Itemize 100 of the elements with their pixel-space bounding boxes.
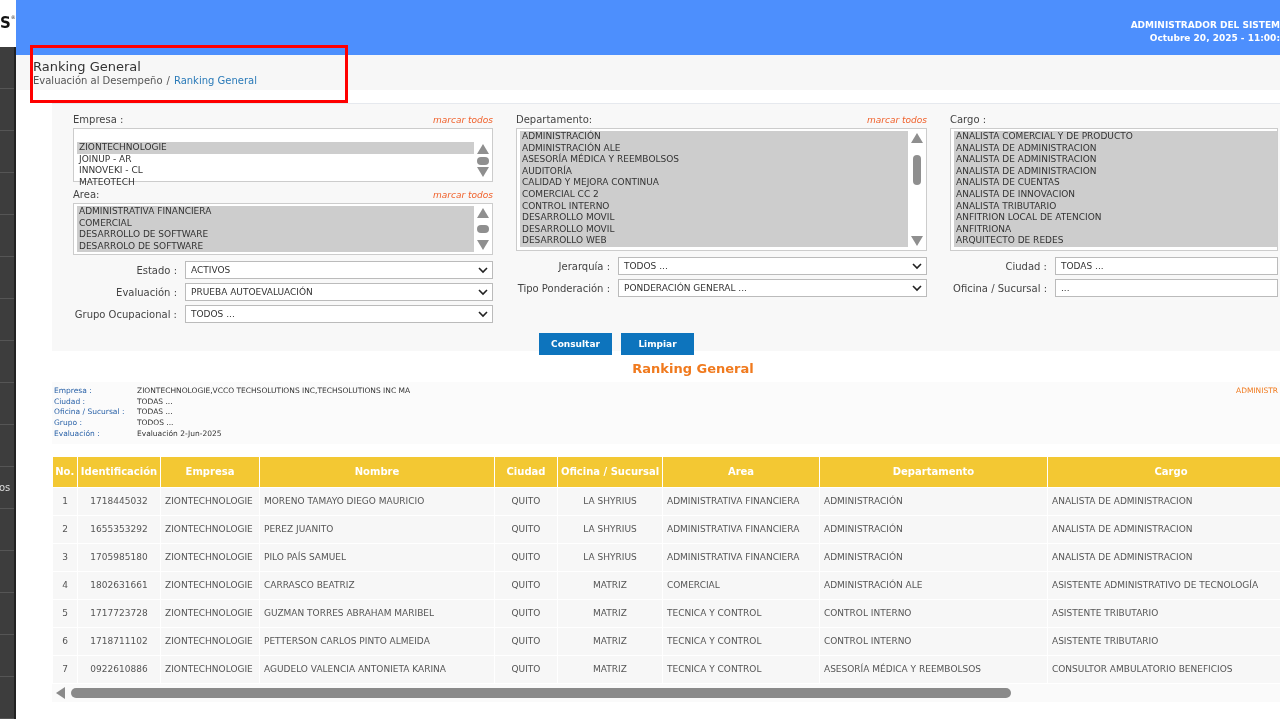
table-cell: ZIONTECHNOLOGIE (160, 627, 260, 655)
table-cell: 4 (52, 571, 78, 599)
table-cell: MATRIZ (557, 599, 663, 627)
list-option[interactable]: ANALISTA COMERCIAL Y DE PRODUCTO (954, 131, 1277, 143)
chevron-down-icon (478, 288, 488, 296)
table-cell: 1718445032 (77, 487, 161, 515)
field-label: Cargo : (950, 114, 987, 125)
page-title: Ranking General (33, 58, 142, 74)
list-option[interactable]: ADMINISTRATIVA FINANCIERA (77, 206, 474, 218)
table-cell: TECNICA Y CONTROL (662, 627, 820, 655)
scroll-up-icon[interactable] (477, 144, 489, 154)
table-cell: QUITO (494, 543, 558, 571)
table-cell: ANALISTA DE ADMINISTRACION (1047, 543, 1280, 571)
table-cell: TECNICA Y CONTROL (662, 655, 820, 683)
table-cell: ADMINISTRATIVA FINANCIERA (662, 515, 820, 543)
field-label: Estado : (135, 264, 178, 276)
table-cell: TECNICA Y CONTROL (662, 599, 820, 627)
scroll-up-icon[interactable] (911, 133, 923, 143)
table-cell: 1718711102 (77, 627, 161, 655)
select-field[interactable]: PRUEBA AUTOEVALUACIÓN (185, 283, 493, 301)
user-name: ADMINISTRADOR DEL SISTEM (1130, 18, 1280, 32)
scroll-thumb[interactable] (913, 154, 921, 185)
list-option[interactable]: ANALISTA DE ADMINISTRACION (954, 154, 1277, 166)
table-cell: QUITO (494, 627, 558, 655)
list-box[interactable] (950, 128, 1278, 251)
table-cell: ASISTENTE ADMINISTRATIVO DE TECNOLOGÍA (1047, 571, 1280, 599)
scroll-down-icon[interactable] (477, 167, 489, 177)
table-cell: LA SHYRIUS (557, 515, 663, 543)
list-box[interactable]: ADMINISTRACIÓN ADMINISTRACIÓN ALE ASESORÍA MÉDICA Y REEMBOLSOS AUDITORÍA CALIDAD Y MEJORA CONTINUA COMERCIAL CC 2 CONTROL INTERNO DESARROLLO MOVIL DESARROLLO MOVIL DESARROLLO WEB (516, 128, 927, 251)
table-cell: ASISTENTE TRIBUTARIO (1047, 627, 1280, 655)
date-time: Octubre 20, 2025 - 11:00: (1149, 31, 1280, 45)
sidebar-item[interactable]: os (0, 482, 11, 493)
table-cell: ZIONTECHNOLOGIE (160, 655, 260, 683)
select-field[interactable]: TODOS ... (185, 305, 493, 323)
table-cell: CONTROL INTERNO (819, 599, 1048, 627)
list-option[interactable]: JOINUP - AR (77, 153, 474, 166)
column-header: Oficina / Sucursal (557, 456, 663, 487)
chevron-down-icon (912, 284, 922, 292)
table-cell: 3 (52, 543, 78, 571)
scroll-down-icon[interactable] (911, 236, 923, 246)
list-option[interactable]: DESARROLLO DE SOFTWARE (77, 229, 474, 241)
table-cell: LA SHYRIUS (557, 543, 663, 571)
select-field[interactable]: ACTIVOS (185, 261, 493, 279)
table-cell: GUZMAN TORRES ABRAHAM MARIBEL (259, 599, 495, 627)
table-cell: ADMINISTRACIÓN ALE (819, 571, 1048, 599)
table-cell: ADMINISTRATIVA FINANCIERA (662, 543, 820, 571)
table-cell: ZIONTECHNOLOGIE (160, 543, 260, 571)
breadcrumb-link[interactable]: Ranking General (173, 73, 257, 87)
table-cell: MATRIZ (557, 627, 663, 655)
breadcrumb-item: Evaluación al Desempeño (33, 74, 163, 87)
chevron-down-icon (478, 310, 488, 318)
table-cell: 1 (52, 487, 78, 515)
scroll-left-icon[interactable] (56, 686, 65, 699)
field-label: Evaluación : (115, 286, 178, 298)
column-header: Area (662, 456, 820, 487)
table-cell: QUITO (494, 655, 558, 683)
field-label: Empresa : (73, 114, 124, 125)
select-field[interactable]: TODAS ... (1055, 257, 1278, 275)
column-header: No. (52, 456, 78, 487)
select-field[interactable]: PONDERACIÓN GENERAL ... (618, 279, 927, 297)
select-field[interactable]: ... (1055, 279, 1278, 297)
list-option[interactable]: CALIDAD Y MEJORA CONTINUA (520, 177, 908, 189)
scroll-thumb[interactable] (71, 687, 1011, 698)
list-option[interactable]: ARQUITECTO DE REDES (954, 235, 1277, 247)
column-header: Departamento (819, 456, 1048, 487)
table-cell: CONSULTOR AMBULATORIO BENEFICIOS (1047, 655, 1280, 683)
list-option[interactable]: ASESORÍA MÉDICA Y REEMBOLSOS (520, 154, 908, 166)
list-option[interactable]: DESARROLLO MOVIL (520, 212, 908, 224)
table-cell: ZIONTECHNOLOGIE (160, 571, 260, 599)
list-option[interactable]: ADMINISTRACIÓN (520, 131, 908, 143)
scroll-down-icon[interactable] (477, 240, 489, 250)
field-label: Oficina / Sucursal : (952, 282, 1048, 294)
field-label: Grupo Ocupacional : (73, 308, 178, 320)
list-option[interactable]: ZIONTECHNOLOGIE (77, 142, 474, 154)
list-option[interactable]: ANALISTA DE CUENTAS (954, 177, 1277, 189)
list-option[interactable]: INNOVEKI - CL (77, 165, 474, 177)
table-cell: MATRIZ (557, 571, 663, 599)
table-cell: PEREZ JUANITO (259, 515, 495, 543)
list-box[interactable]: ADMINISTRATIVA FINANCIERA COMERCIAL DESARROLLO DE SOFTWARE DESARROLO DE SOFTWARE (73, 203, 493, 255)
field-label: Tipo Ponderación : (516, 282, 611, 294)
table-cell: ADMINISTRACIÓN (819, 487, 1048, 515)
table-cell: PETTERSON CARLOS PINTO ALMEIDA (259, 627, 495, 655)
scroll-thumb[interactable] (477, 225, 489, 233)
consult-button[interactable]: Consultar (539, 333, 612, 355)
table-cell: LA SHYRIUS (557, 487, 663, 515)
table-cell: 1717723728 (77, 599, 161, 627)
table-cell: QUITO (494, 487, 558, 515)
table-cell: ASISTENTE TRIBUTARIO (1047, 599, 1280, 627)
chevron-down-icon (912, 262, 922, 270)
clear-button[interactable]: Limpiar (621, 333, 694, 355)
list-option[interactable]: DESARROLLO WEB (520, 235, 908, 247)
scroll-up-icon[interactable] (477, 208, 489, 218)
table-cell: 1802631661 (77, 571, 161, 599)
scroll-thumb[interactable] (477, 156, 489, 165)
table-cell: 2 (52, 515, 78, 543)
table-cell: QUITO (494, 599, 558, 627)
table-cell: 6 (52, 627, 78, 655)
list-option[interactable]: ANFITRION LOCAL DE ATENCION (954, 212, 1277, 224)
select-field[interactable]: TODOS ... (618, 257, 927, 275)
column-header: Identificación (77, 456, 161, 487)
